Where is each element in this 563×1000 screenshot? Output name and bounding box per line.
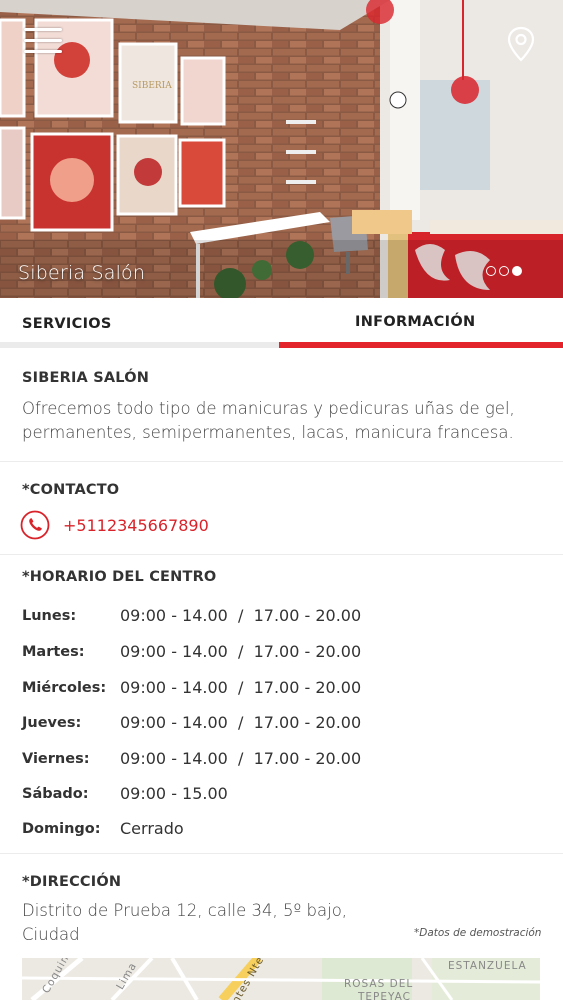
hours-day: Lunes: <box>22 608 77 624</box>
carousel-dot-active[interactable] <box>512 266 522 276</box>
hours-day: Viernes: <box>22 751 90 767</box>
contact-section: *CONTACTO <box>0 462 563 555</box>
hours-value: 09:00 - 14.00 / 17.00 - 20.00 <box>120 642 362 661</box>
tab-informacion[interactable]: INFORMACIÓN <box>355 298 475 348</box>
hours-section: *HORARIO DEL CENTRO <box>0 555 563 854</box>
about-line-1: Ofrecemos todo tipo de manicuras y pedic… <box>22 399 515 418</box>
tab-bar: SERVICIOS INFORMACIÓN <box>0 298 563 348</box>
hours-row: Viernes: 09:00 - 14.00 / 17.00 - 20.00 <box>0 749 563 773</box>
hours-day: Domingo: <box>22 821 101 837</box>
hours-day: Sábado: <box>22 786 89 802</box>
carousel-dot[interactable] <box>499 266 509 276</box>
address-title: *DIRECCIÓN <box>22 874 122 890</box>
hours-value: 09:00 - 15.00 <box>120 784 228 803</box>
demo-data-note: *Datos de demostración <box>414 927 542 939</box>
about-title: SIBERIA SALÓN <box>22 370 150 386</box>
hours-row: Lunes: 09:00 - 14.00 / 17.00 - 20.00 <box>0 606 563 630</box>
about-section: SIBERIA SALÓN Ofrecemos todo tipo de man… <box>0 348 563 462</box>
hero-image-carousel[interactable]: SIBERIA Siberia Salón <box>0 0 563 298</box>
salon-name-caption: Siberia Salón <box>18 262 146 284</box>
hours-value: 09:00 - 14.00 / 17.00 - 20.00 <box>120 713 362 732</box>
hours-row: Sábado: 09:00 - 15.00 <box>0 784 563 808</box>
hours-day: Martes: <box>22 644 85 660</box>
hours-row: Domingo: Cerrado <box>0 819 563 843</box>
hamburger-menu-icon[interactable] <box>24 28 62 54</box>
hours-row: Martes: 09:00 - 14.00 / 17.00 - 20.00 <box>0 642 563 666</box>
hours-day: Miércoles: <box>22 680 107 696</box>
map-label: ROSAS DEL <box>344 978 414 990</box>
address-map[interactable]: Coquimbo Lima ntes Nte ROSAS DEL TEPEYAC… <box>22 958 540 1000</box>
hours-row: Jueves: 09:00 - 14.00 / 17.00 - 20.00 <box>0 713 563 737</box>
svg-text:SIBERIA: SIBERIA <box>132 81 172 91</box>
map-pin-icon[interactable] <box>506 26 536 62</box>
about-line-2: permanentes, semipermanentes, lacas, man… <box>22 423 514 442</box>
address-line-2: Ciudad <box>22 925 80 944</box>
salon-photo: SIBERIA <box>0 0 563 298</box>
hours-day: Jueves: <box>22 715 82 731</box>
phone-number-link[interactable]: +5112345667890 <box>63 516 209 535</box>
map-label: TEPEYAC <box>358 991 411 1000</box>
address-line-1: Distrito de Prueba 12, calle 34, 5º bajo… <box>22 901 348 920</box>
hours-row: Miércoles: 09:00 - 14.00 / 17.00 - 20.00 <box>0 678 563 702</box>
hours-title: *HORARIO DEL CENTRO <box>22 569 217 585</box>
contact-title: *CONTACTO <box>22 482 120 498</box>
carousel-dot[interactable] <box>486 266 496 276</box>
hours-value: 09:00 - 14.00 / 17.00 - 20.00 <box>120 749 362 768</box>
carousel-indicator[interactable] <box>486 266 522 276</box>
hours-value: 09:00 - 14.00 / 17.00 - 20.00 <box>120 606 362 625</box>
map-label: ESTANZUELA <box>448 960 527 972</box>
hours-value: 09:00 - 14.00 / 17.00 - 20.00 <box>120 678 362 697</box>
tab-servicios[interactable]: SERVICIOS <box>22 298 112 348</box>
hours-value: Cerrado <box>120 819 184 838</box>
phone-icon[interactable] <box>20 510 50 540</box>
